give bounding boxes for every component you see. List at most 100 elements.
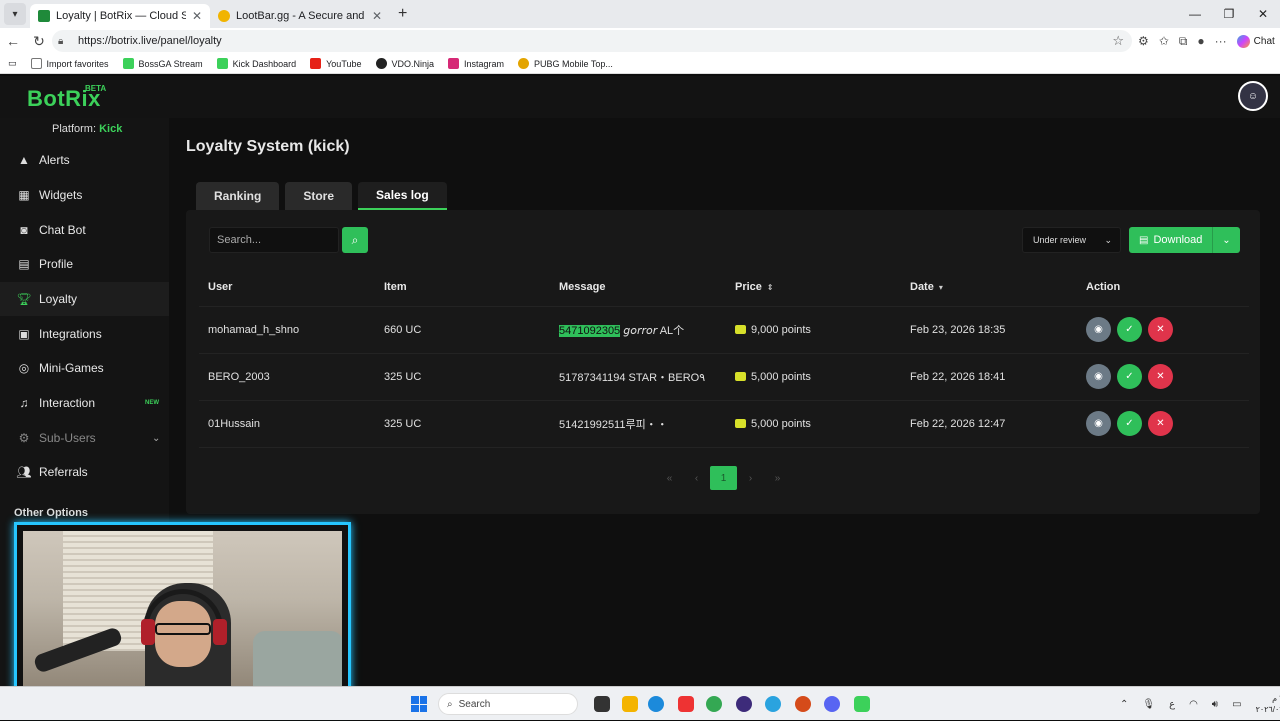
tab-actions-icon[interactable]: ▾ (4, 3, 26, 25)
wifi-icon[interactable]: ◠ (1189, 699, 1198, 710)
search-input[interactable]: Search... (209, 227, 339, 253)
other-options-heading: Other Options (14, 507, 88, 519)
bookmark-import[interactable]: Import favorites (30, 58, 109, 69)
app-icon[interactable] (854, 696, 870, 712)
sidebar-item-alerts[interactable]: ▲ Alerts (0, 143, 169, 177)
copilot-chat-button[interactable]: Chat (1236, 34, 1275, 48)
new-tab-icon[interactable]: + (398, 5, 407, 23)
sidebar-item-interaction[interactable]: ♫ Interaction NEW (0, 386, 169, 420)
reading-list-icon[interactable]: ▭ (8, 58, 17, 69)
sales-log-card: Search... ⌕ Under review ⌄ ▤ Download ⌄ U… (186, 210, 1260, 514)
app-icon[interactable] (736, 696, 752, 712)
microphone-icon[interactable]: 🎙︎ (1142, 699, 1155, 710)
kick-icon (122, 58, 134, 69)
instagram-icon (448, 58, 460, 69)
approve-button[interactable]: ✓ (1117, 317, 1142, 342)
sidebar-item-referrals[interactable]: 👥︎ Referrals (0, 455, 169, 489)
extensions-icon[interactable]: ⚙ (1138, 34, 1149, 48)
bookmark-kick-dashboard[interactable]: Kick Dashboard (216, 58, 296, 69)
collections-icon[interactable]: ⧉ (1179, 34, 1188, 49)
sidebar-item-loyalty[interactable]: 🏆︎ Loyalty (0, 282, 169, 316)
column-header-price[interactable]: Price ⇕ (726, 268, 901, 307)
cell-message: 51421992511루피・・ (550, 400, 726, 448)
sort-icon: ⇕ (766, 282, 774, 292)
filter-value: Under review (1033, 235, 1087, 245)
trophy-icon: 🏆︎ (16, 292, 32, 306)
file-explorer-icon[interactable] (622, 696, 638, 712)
pagination: « ‹ 1 › » (656, 466, 791, 490)
favorite-star-icon[interactable]: ☆ (1112, 33, 1124, 49)
app-icon[interactable] (795, 696, 811, 712)
reject-button[interactable]: ✕ (1148, 364, 1173, 389)
windows-start-icon[interactable] (411, 696, 427, 712)
cell-item: 325 UC (375, 400, 550, 448)
browser-tab[interactable]: LootBar.gg - A Secure and Afforda ✕ (210, 4, 390, 28)
sidebar-item-profile[interactable]: ▤ Profile (0, 247, 169, 281)
sidebar-item-mini-games[interactable]: ◎ Mini-Games (0, 351, 169, 385)
status-filter-select[interactable]: Under review ⌄ (1022, 227, 1121, 253)
next-page-icon[interactable]: › (737, 466, 764, 490)
prev-page-icon[interactable]: ‹ (683, 466, 710, 490)
minimize-icon[interactable]: — (1178, 0, 1212, 28)
reject-button[interactable]: ✕ (1148, 411, 1173, 436)
reload-icon[interactable]: ↻ (26, 33, 52, 50)
kick-icon (216, 58, 228, 69)
last-page-icon[interactable]: » (764, 466, 791, 490)
widgets-icon: ▦ (18, 188, 30, 202)
language-icon[interactable]: ع (1169, 699, 1175, 710)
download-label: Download (1153, 234, 1203, 246)
first-page-icon[interactable]: « (656, 466, 683, 490)
column-header-date[interactable]: Date ▾ (901, 268, 1077, 307)
discord-icon[interactable] (824, 696, 840, 712)
bookmark-bossga[interactable]: BossGA Stream (122, 58, 203, 69)
approve-button[interactable]: ✓ (1117, 364, 1142, 389)
approve-button[interactable]: ✓ (1117, 411, 1142, 436)
close-icon: ✕ (1156, 418, 1165, 429)
volume-icon[interactable]: 🔊︎ (1212, 699, 1218, 710)
browser-tab-active[interactable]: Loyalty | BotRix — Cloud Streaming ✕ (30, 4, 210, 28)
bookmark-instagram[interactable]: Instagram (448, 58, 504, 69)
battery-icon[interactable]: ▭ (1232, 699, 1241, 710)
sidebar-item-chat-bot[interactable]: ◙ Chat Bot (0, 213, 169, 247)
bookmark-youtube[interactable]: YouTube (310, 58, 362, 69)
close-tab-icon[interactable]: ✕ (372, 9, 382, 23)
sidebar-item-widgets[interactable]: ▦ Widgets (0, 178, 169, 212)
url-field[interactable]: 🔒︎ https://botrix.live/panel/loyalty ☆ (52, 30, 1132, 52)
sidebar-item-sub-users[interactable]: ⚙ Sub-Users ⌄ (0, 421, 169, 455)
sidebar-item-integrations[interactable]: ▣ Integrations (0, 317, 169, 351)
clock[interactable]: ٦:٤٥ م ٢٠٢٦/٠٢/٢٣ (1256, 693, 1280, 715)
tab-store[interactable]: Store (285, 182, 353, 210)
bookmark-pubg[interactable]: PUBG Mobile Top... (518, 58, 613, 69)
download-button[interactable]: ▤ Download ⌄ (1129, 227, 1240, 253)
view-button[interactable]: ◉ (1086, 317, 1111, 342)
download-options-toggle[interactable]: ⌄ (1212, 227, 1240, 253)
more-menu-icon[interactable]: ··· (1215, 34, 1227, 48)
bookmark-vdo-ninja[interactable]: VDO.Ninja (375, 58, 434, 69)
lock-icon: 🔒︎ (58, 35, 64, 47)
chrome-icon[interactable] (706, 696, 722, 712)
view-button[interactable]: ◉ (1086, 364, 1111, 389)
restore-icon[interactable]: ❐ (1212, 0, 1246, 28)
reject-button[interactable]: ✕ (1148, 317, 1173, 342)
app-icon[interactable] (678, 696, 694, 712)
page-current[interactable]: 1 (710, 466, 737, 490)
view-button[interactable]: ◉ (1086, 411, 1111, 436)
headset-ear (141, 619, 155, 645)
telegram-icon[interactable] (765, 696, 781, 712)
user-avatar[interactable]: ☺ (1238, 81, 1268, 111)
close-window-icon[interactable]: ✕ (1246, 0, 1280, 28)
profile-icon[interactable]: ● (1197, 34, 1204, 48)
close-tab-icon[interactable]: ✕ (192, 9, 202, 23)
favorites-icon[interactable]: ✩ (1159, 34, 1169, 48)
chevron-up-icon[interactable]: ⌃ (1120, 699, 1128, 710)
tab-sales-log[interactable]: Sales log (358, 182, 447, 210)
taskbar-search[interactable]: ⌕ Search (438, 693, 578, 715)
search-button[interactable]: ⌕ (342, 227, 368, 253)
tab-ranking[interactable]: Ranking (196, 182, 280, 210)
edge-icon[interactable] (648, 696, 664, 712)
task-view-icon[interactable] (594, 696, 610, 712)
column-header-item: Item (375, 268, 550, 307)
back-icon[interactable]: ← (0, 33, 26, 49)
cell-user: 01Hussain (199, 400, 375, 448)
price-header-label: Price (735, 280, 762, 293)
